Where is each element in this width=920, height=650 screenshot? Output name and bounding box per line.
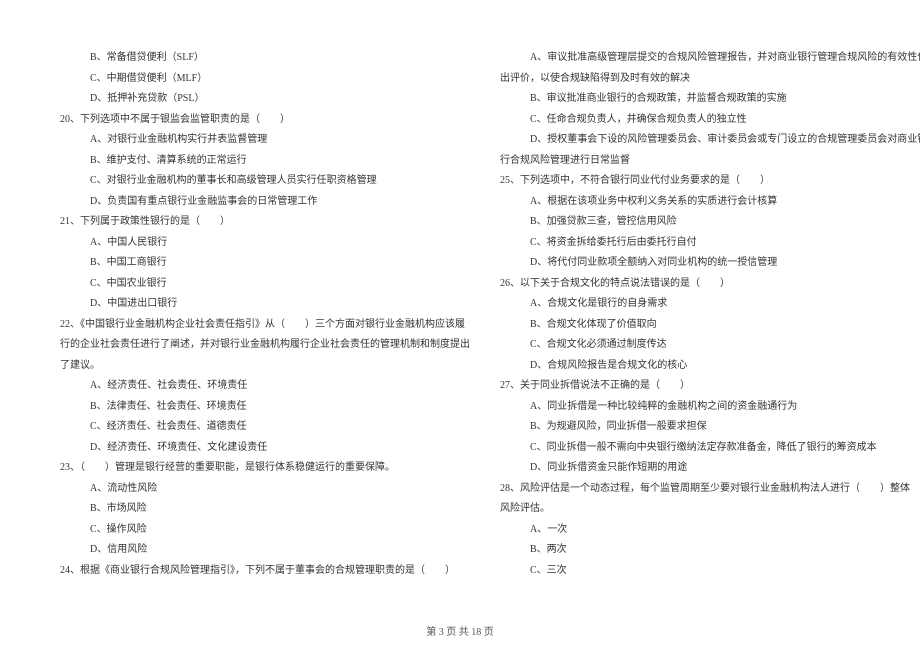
q20-option-d: D、负责国有重点银行业金融监事会的日常管理工作	[60, 192, 470, 213]
q22-option-a: A、经济责任、社会责任、环境责任	[60, 376, 470, 397]
q22-stem-line1: 22、《中国银行业金融机构企业社会责任指引》从（ ）三个方面对银行业金融机构应该…	[60, 315, 470, 336]
q22-option-c: C、经济责任、社会责任、道德责任	[60, 417, 470, 438]
q22-option-d: D、经济责任、环境责任、文化建设责任	[60, 438, 470, 459]
q27-option-d: D、同业拆借资金只能作短期的用途	[500, 458, 920, 479]
q27-stem: 27、关于同业拆借说法不正确的是（ ）	[500, 376, 920, 397]
q26-option-b: B、合规文化体现了价值取向	[500, 315, 920, 336]
q27-option-a: A、同业拆借是一种比较纯粹的金融机构之间的资金融通行为	[500, 397, 920, 418]
q24-option-d-line2: 行合规风险管理进行日常监督	[500, 151, 920, 172]
q22-option-b: B、法律责任、社会责任、环境责任	[60, 397, 470, 418]
q25-option-d: D、将代付同业款项全额纳入对同业机构的统一授信管理	[500, 253, 920, 274]
q20-option-c: C、对银行业金融机构的董事长和高级管理人员实行任职资格管理	[60, 171, 470, 192]
q24-stem: 24、根据《商业银行合规风险管理指引》，下列不属于董事会的合规管理职责的是（ ）	[60, 561, 470, 582]
q24-option-c: C、任命合规负责人，并确保合规负责人的独立性	[500, 110, 920, 131]
q19-option-c: C、中期借贷便利（MLF）	[60, 69, 470, 90]
q23-option-c: C、操作风险	[60, 520, 470, 541]
q27-option-c: C、同业拆借一般不需向中央银行缴纳法定存款准备金，降低了银行的筹资成本	[500, 438, 920, 459]
q19-option-b: B、常备借贷便利（SLF）	[60, 48, 470, 69]
left-column: B、常备借贷便利（SLF） C、中期借贷便利（MLF） D、抵押补充贷款（PSL…	[60, 48, 470, 608]
q24-option-d-line1: D、授权董事会下设的风险管理委员会、审计委员会或专门设立的合规管理委员会对商业银	[500, 130, 920, 151]
q19-option-d: D、抵押补充贷款（PSL）	[60, 89, 470, 110]
q25-option-a: A、根据在该项业务中权利义务关系的实质进行会计核算	[500, 192, 920, 213]
q23-option-a: A、流动性风险	[60, 479, 470, 500]
page-footer: 第 3 页 共 18 页	[0, 623, 920, 638]
q25-option-c: C、将资金拆给委托行后由委托行自付	[500, 233, 920, 254]
right-column: A、审议批准高级管理层提交的合规风险管理报告，并对商业银行管理合规风险的有效性作…	[500, 48, 920, 608]
q20-option-a: A、对银行业金融机构实行并表监督管理	[60, 130, 470, 151]
q21-stem: 21、下列属于政策性银行的是（ ）	[60, 212, 470, 233]
q28-stem-line2: 风险评估。	[500, 499, 920, 520]
q21-option-b: B、中国工商银行	[60, 253, 470, 274]
q21-option-a: A、中国人民银行	[60, 233, 470, 254]
q22-stem-line3: 了建议。	[60, 356, 470, 377]
q26-option-c: C、合规文化必须通过制度传达	[500, 335, 920, 356]
q21-option-d: D、中国进出口银行	[60, 294, 470, 315]
q23-option-b: B、市场风险	[60, 499, 470, 520]
q26-option-d: D、合规风险报告是合规文化的核心	[500, 356, 920, 377]
q20-option-b: B、维护支付、清算系统的正常运行	[60, 151, 470, 172]
q25-stem: 25、下列选项中，不符合银行同业代付业务要求的是（ ）	[500, 171, 920, 192]
q23-stem: 23、（ ）管理是银行经营的重要职能，是银行体系稳健运行的重要保障。	[60, 458, 470, 479]
q21-option-c: C、中国农业银行	[60, 274, 470, 295]
q22-stem-line2: 行的企业社会责任进行了阐述，并对银行业金融机构履行企业社会责任的管理机制和制度提…	[60, 335, 470, 356]
q28-option-b: B、两次	[500, 540, 920, 561]
q27-option-b: B、为规避风险，同业拆借一般要求担保	[500, 417, 920, 438]
page-content: B、常备借贷便利（SLF） C、中期借贷便利（MLF） D、抵押补充贷款（PSL…	[60, 48, 860, 608]
q28-stem-line1: 28、风险评估是一个动态过程，每个监管周期至少要对银行业金融机构法人进行（ ）整…	[500, 479, 920, 500]
q26-stem: 26、以下关于合规文化的特点说法错误的是（ ）	[500, 274, 920, 295]
q24-option-a-line1: A、审议批准高级管理层提交的合规风险管理报告，并对商业银行管理合规风险的有效性作	[500, 48, 920, 69]
q24-option-b: B、审议批准商业银行的合规政策，并监督合规政策的实施	[500, 89, 920, 110]
q25-option-b: B、加强贷款三查，管控信用风险	[500, 212, 920, 233]
q23-option-d: D、信用风险	[60, 540, 470, 561]
q28-option-a: A、一次	[500, 520, 920, 541]
q26-option-a: A、合规文化是银行的自身需求	[500, 294, 920, 315]
q28-option-c: C、三次	[500, 561, 920, 582]
q24-option-a-line2: 出评价，以使合规缺陷得到及时有效的解决	[500, 69, 920, 90]
q20-stem: 20、下列选项中不属于银监会监管职责的是（ ）	[60, 110, 470, 131]
